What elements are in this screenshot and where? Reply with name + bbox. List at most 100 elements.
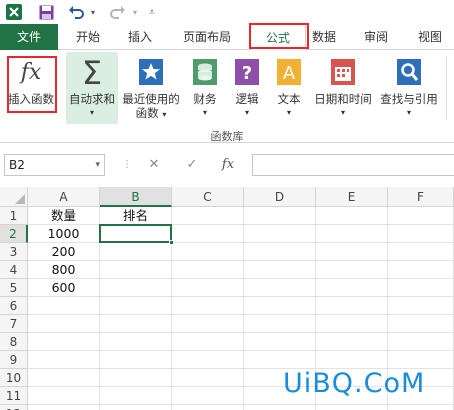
cell-a8[interactable]: [28, 333, 100, 351]
cell-f6[interactable]: [388, 297, 454, 315]
cell-f7[interactable]: [388, 315, 454, 333]
undo-icon[interactable]: [66, 3, 86, 21]
text-button[interactable]: A 文本 ▾: [270, 52, 308, 124]
redo-dropdown-icon[interactable]: ▾: [130, 3, 140, 21]
cell-a6[interactable]: [28, 297, 100, 315]
cell-b6[interactable]: [100, 297, 172, 315]
cell-c6[interactable]: [172, 297, 244, 315]
cell-e12[interactable]: [316, 405, 388, 410]
cell-d3[interactable]: [244, 243, 316, 261]
cell-b7[interactable]: [100, 315, 172, 333]
cell-c4[interactable]: [172, 261, 244, 279]
tab-review[interactable]: 审阅: [354, 24, 398, 50]
financial-button[interactable]: 财务 ▾: [186, 52, 224, 124]
tab-home[interactable]: 开始: [66, 24, 110, 50]
cell-d9[interactable]: [244, 351, 316, 369]
cell-c2[interactable]: [172, 225, 244, 243]
cell-c7[interactable]: [172, 315, 244, 333]
tab-data[interactable]: 数据: [306, 24, 342, 50]
cell-b10[interactable]: [100, 369, 172, 387]
cell-f2[interactable]: [388, 225, 454, 243]
row-header-9[interactable]: 9: [0, 351, 28, 369]
lookup-reference-button[interactable]: 查找与引用 ▾: [376, 52, 442, 124]
insert-function-fx-icon[interactable]: fx: [216, 154, 240, 176]
tab-view[interactable]: 视图: [408, 24, 452, 50]
cell-c12[interactable]: [172, 405, 244, 410]
autosum-button[interactable]: Σ 自动求和 ▾: [66, 52, 118, 124]
cell-f3[interactable]: [388, 243, 454, 261]
row-header-6[interactable]: 6: [0, 297, 28, 315]
row-header-5[interactable]: 5: [0, 279, 28, 297]
cell-a11[interactable]: [28, 387, 100, 405]
cell-f12[interactable]: [388, 405, 454, 410]
cell-a9[interactable]: [28, 351, 100, 369]
cell-e7[interactable]: [316, 315, 388, 333]
cell-e8[interactable]: [316, 333, 388, 351]
row-header-2[interactable]: 2: [0, 225, 28, 243]
name-box[interactable]: B2 ▾: [4, 154, 105, 176]
select-all-corner[interactable]: [0, 187, 28, 207]
column-header-e[interactable]: E: [316, 187, 388, 207]
tab-insert[interactable]: 插入: [118, 24, 162, 50]
name-box-dropdown-icon[interactable]: ▾: [95, 155, 100, 175]
fill-handle[interactable]: [169, 240, 174, 245]
cell-c3[interactable]: [172, 243, 244, 261]
enter-icon[interactable]: ✓: [180, 154, 204, 176]
column-header-b[interactable]: B: [100, 187, 172, 207]
cell-a3[interactable]: 200: [28, 243, 100, 261]
logical-button[interactable]: ? 逻辑 ▾: [228, 52, 266, 124]
cell-d5[interactable]: [244, 279, 316, 297]
cell-b5[interactable]: [100, 279, 172, 297]
row-header-3[interactable]: 3: [0, 243, 28, 261]
cell-c10[interactable]: [172, 369, 244, 387]
tab-file[interactable]: 文件: [0, 24, 58, 50]
cell-a12[interactable]: [28, 405, 100, 410]
customize-toolbar-icon[interactable]: ⩡: [146, 3, 158, 21]
cell-a2[interactable]: 1000: [28, 225, 100, 243]
cell-c5[interactable]: [172, 279, 244, 297]
cell-c8[interactable]: [172, 333, 244, 351]
cell-d12[interactable]: [244, 405, 316, 410]
cell-e3[interactable]: [316, 243, 388, 261]
cell-b8[interactable]: [100, 333, 172, 351]
cell-f1[interactable]: [388, 207, 454, 225]
row-header-11[interactable]: 11: [0, 387, 28, 405]
cell-b4[interactable]: [100, 261, 172, 279]
cell-b9[interactable]: [100, 351, 172, 369]
datetime-button[interactable]: 日期和时间 ▾: [310, 52, 376, 124]
cell-d8[interactable]: [244, 333, 316, 351]
row-header-8[interactable]: 8: [0, 333, 28, 351]
cell-e4[interactable]: [316, 261, 388, 279]
row-header-12[interactable]: 12: [0, 405, 28, 410]
recently-used-button[interactable]: 最近使用的 函数 ▾: [120, 52, 182, 124]
cell-a10[interactable]: [28, 369, 100, 387]
redo-icon[interactable]: [108, 3, 128, 21]
row-header-1[interactable]: 1: [0, 207, 28, 225]
cell-d6[interactable]: [244, 297, 316, 315]
cell-d4[interactable]: [244, 261, 316, 279]
cell-b3[interactable]: [100, 243, 172, 261]
cell-a7[interactable]: [28, 315, 100, 333]
cell-e2[interactable]: [316, 225, 388, 243]
cell-f8[interactable]: [388, 333, 454, 351]
cell-a1[interactable]: 数量: [28, 207, 100, 225]
cell-d7[interactable]: [244, 315, 316, 333]
row-header-7[interactable]: 7: [0, 315, 28, 333]
cell-e1[interactable]: [316, 207, 388, 225]
cell-e9[interactable]: [316, 351, 388, 369]
cell-c11[interactable]: [172, 387, 244, 405]
column-header-d[interactable]: D: [244, 187, 316, 207]
save-icon[interactable]: [36, 3, 56, 21]
cell-c1[interactable]: [172, 207, 244, 225]
cell-f4[interactable]: [388, 261, 454, 279]
cell-e5[interactable]: [316, 279, 388, 297]
cell-b11[interactable]: [100, 387, 172, 405]
cancel-icon[interactable]: ✕: [142, 154, 166, 176]
column-header-c[interactable]: C: [172, 187, 244, 207]
cell-e6[interactable]: [316, 297, 388, 315]
row-header-10[interactable]: 10: [0, 369, 28, 387]
cell-b12[interactable]: [100, 405, 172, 410]
column-header-f[interactable]: F: [388, 187, 454, 207]
cell-d2[interactable]: [244, 225, 316, 243]
cell-c9[interactable]: [172, 351, 244, 369]
